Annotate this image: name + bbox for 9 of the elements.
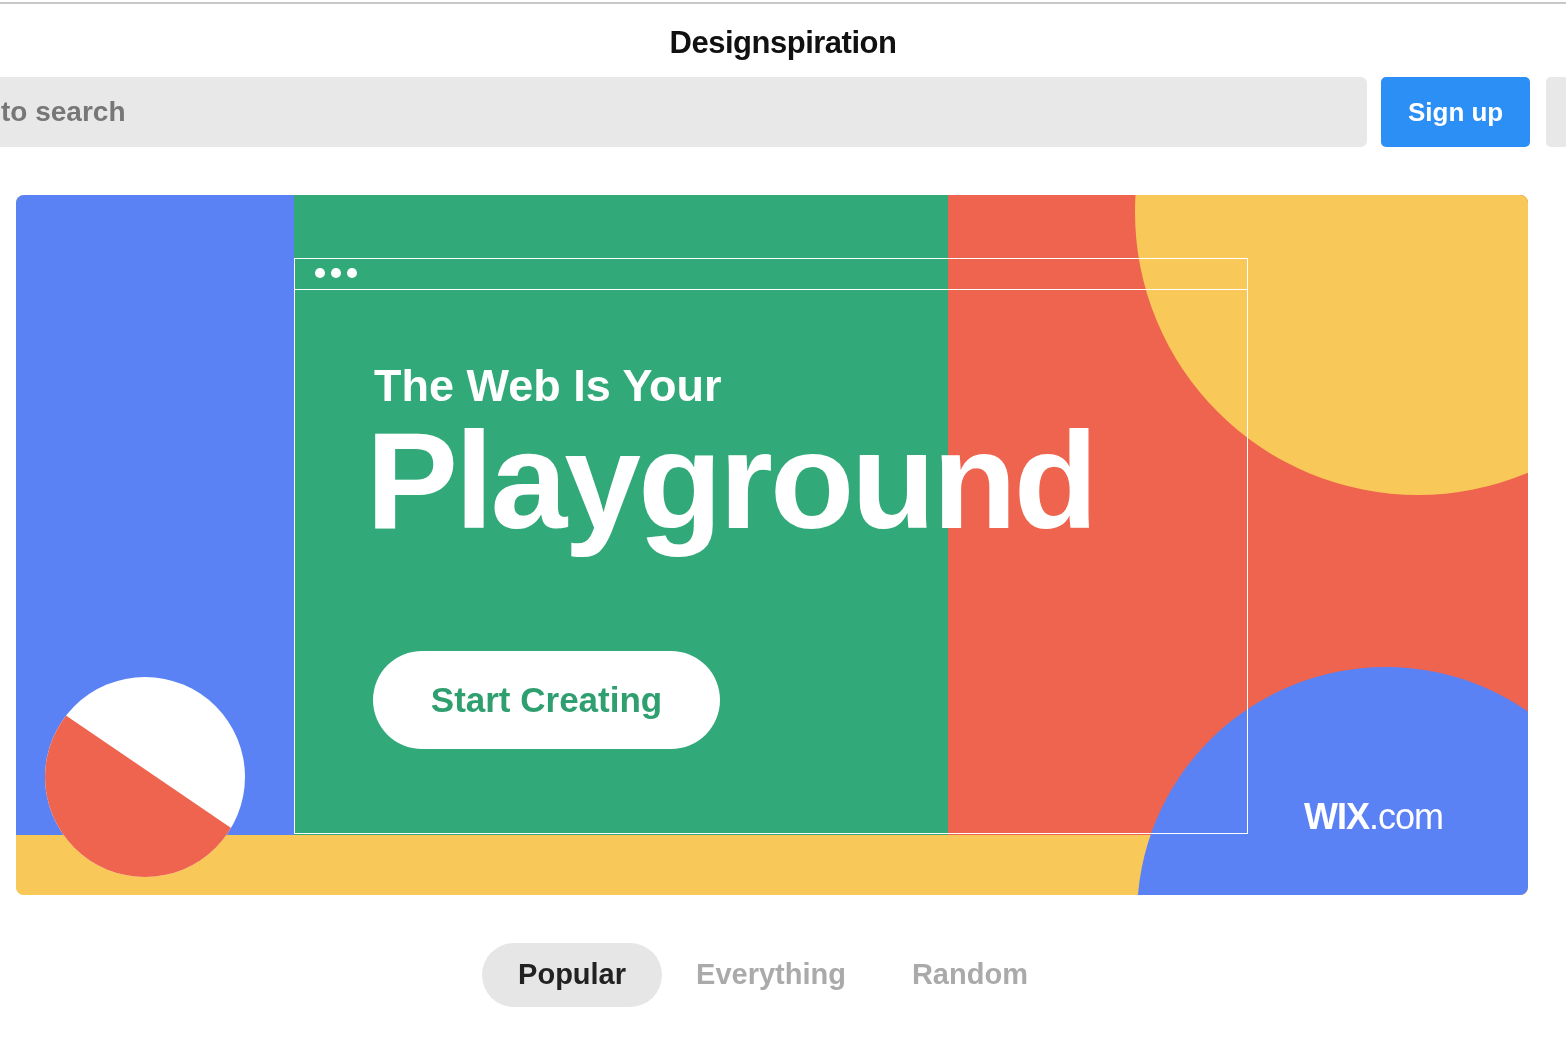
search-field[interactable]: to search — [0, 77, 1368, 147]
feed-tab[interactable]: Random — [879, 943, 1060, 1007]
logo: WIX.com — [1304, 795, 1443, 839]
start-creating-button[interactable]: Start Creating — [373, 651, 720, 749]
ad-headline: The Web Is Your — [374, 359, 722, 413]
feed-tab[interactable]: Everything — [664, 943, 878, 1007]
sign-up-button[interactable]: Sign up — [1381, 77, 1531, 147]
feed-tab[interactable]: Popular — [482, 943, 663, 1007]
site-title: Designspiration — [669, 24, 897, 62]
